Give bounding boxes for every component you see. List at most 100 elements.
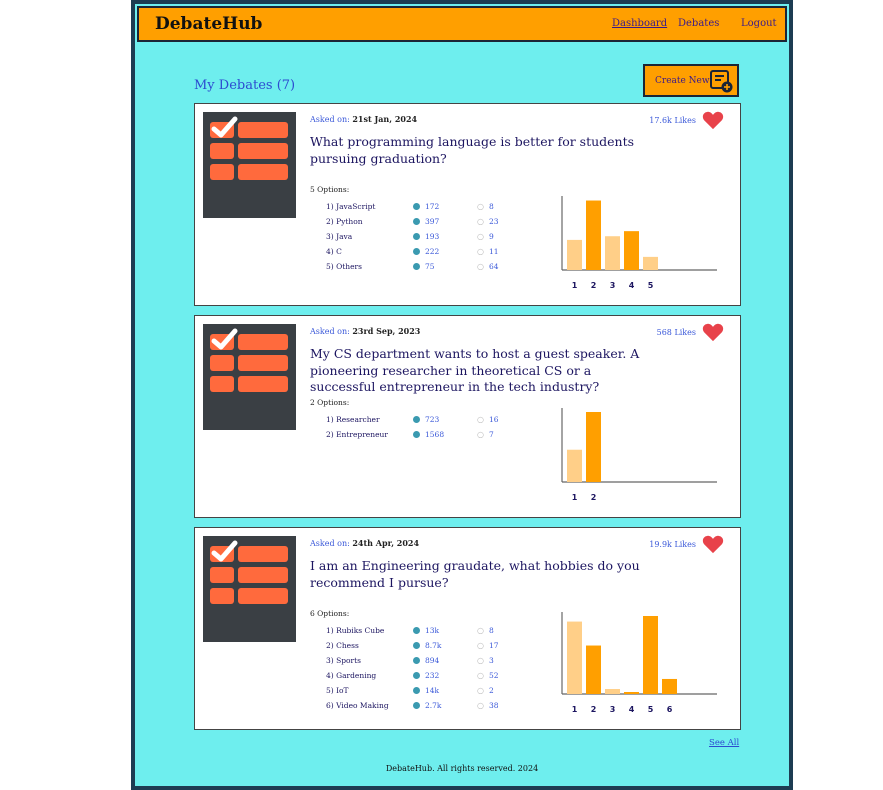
chart-tick-label: 2 xyxy=(591,281,597,290)
option-comments: 8 xyxy=(489,626,494,635)
chart-tick-label: 1 xyxy=(572,705,578,714)
votes-bar-chart: 1 2 3 4 5 6 xyxy=(561,608,721,722)
debate-card[interactable]: Asked on: 21st Jan, 2024 17.6k Likes What … xyxy=(194,103,741,306)
chart-tick-label: 4 xyxy=(629,705,635,714)
comment-bubble-icon: ○ xyxy=(477,671,484,680)
option-votes: 14k xyxy=(425,686,440,695)
debate-card[interactable]: Asked on: 24th Apr, 2024 19.9k Likes I am … xyxy=(194,527,741,730)
comment-bubble-icon: ○ xyxy=(477,641,484,650)
comment-bubble-icon: ○ xyxy=(477,626,484,635)
poll-checklist-icon xyxy=(203,324,296,430)
chart-tick-label: 2 xyxy=(591,493,597,502)
debate-question[interactable]: I am an Engineering graudate, what hobbi… xyxy=(310,558,660,591)
chart-bar xyxy=(643,616,658,694)
options-count: 2 Options: xyxy=(310,398,350,407)
option-label: 5) IoT xyxy=(326,686,349,695)
page-background: DebateHub Dashboard Debates Logout My De… xyxy=(135,4,789,786)
asked-on-text: Asked on: 24th Apr, 2024 xyxy=(310,538,419,548)
vote-globe-icon xyxy=(413,218,420,225)
chart-bar xyxy=(624,692,639,694)
option-label: 2) Python xyxy=(326,217,363,226)
chart-bar xyxy=(567,621,582,694)
option-comments: 17 xyxy=(489,641,499,650)
option-comments: 23 xyxy=(489,217,499,226)
chart-bar xyxy=(586,645,601,694)
vote-globe-icon xyxy=(413,233,420,240)
comment-bubble-icon: ○ xyxy=(477,232,484,241)
vote-globe-icon xyxy=(413,627,420,634)
chart-tick-label: 6 xyxy=(667,705,673,714)
heart-icon[interactable] xyxy=(702,534,724,558)
vote-globe-icon xyxy=(413,203,420,210)
comment-bubble-icon: ○ xyxy=(477,686,484,695)
brand-logo[interactable]: DebateHub xyxy=(155,14,262,34)
option-label: 4) C xyxy=(326,247,342,256)
comment-bubble-icon: ○ xyxy=(477,415,484,424)
likes-count: 19.9k Likes xyxy=(649,540,696,549)
comment-bubble-icon: ○ xyxy=(477,202,484,211)
option-label: 1) Rubiks Cube xyxy=(326,626,385,635)
chart-tick-label: 5 xyxy=(648,705,654,714)
vote-globe-icon xyxy=(413,248,420,255)
option-votes: 2.7k xyxy=(425,701,442,710)
vote-globe-icon xyxy=(413,657,420,664)
option-votes: 8.7k xyxy=(425,641,442,650)
chart-bar xyxy=(567,239,582,270)
asked-on-text: Asked on: 21st Jan, 2024 xyxy=(310,114,417,124)
heart-icon[interactable] xyxy=(702,110,724,134)
comment-bubble-icon: ○ xyxy=(477,656,484,665)
chart-bar xyxy=(567,449,582,482)
debate-question[interactable]: My CS department wants to host a guest s… xyxy=(310,346,660,396)
option-label: 2) Chess xyxy=(326,641,359,650)
asked-on-date: 23rd Sep, 2023 xyxy=(352,326,421,336)
option-label: 1) Researcher xyxy=(326,415,380,424)
vote-globe-icon xyxy=(413,672,420,679)
asked-on-label: Asked on: xyxy=(310,327,353,336)
option-comments: 52 xyxy=(489,671,499,680)
option-votes: 397 xyxy=(425,217,440,226)
vote-globe-icon xyxy=(413,642,420,649)
vote-globe-icon xyxy=(413,263,420,270)
option-label: 3) Java xyxy=(326,232,353,241)
footer-text: DebateHub. All rights reserved. 2024 xyxy=(385,764,539,773)
heart-icon[interactable] xyxy=(702,322,724,346)
chart-tick-label: 1 xyxy=(572,493,578,502)
comment-bubble-icon: ○ xyxy=(477,430,484,439)
nav-dashboard[interactable]: Dashboard xyxy=(612,18,667,29)
create-new-label: Create New xyxy=(655,76,710,86)
option-comments: 8 xyxy=(489,202,494,211)
see-all-link[interactable]: See All xyxy=(709,738,739,748)
option-votes: 894 xyxy=(425,656,440,665)
vote-globe-icon xyxy=(413,702,420,709)
create-new-button[interactable]: Create New xyxy=(643,64,739,97)
chart-bar xyxy=(643,256,658,270)
chart-bar xyxy=(605,236,620,270)
asked-on-label: Asked on: xyxy=(310,115,353,124)
comment-bubble-icon: ○ xyxy=(477,701,484,710)
debate-card[interactable]: Asked on: 23rd Sep, 2023 568 Likes My CS d… xyxy=(194,315,741,518)
create-form-icon xyxy=(709,69,733,97)
comment-bubble-icon: ○ xyxy=(477,247,484,256)
chart-bar xyxy=(586,412,601,482)
vote-globe-icon xyxy=(413,431,420,438)
likes-count: 17.6k Likes xyxy=(649,116,696,125)
votes-bar-chart: 1 2 3 4 5 xyxy=(561,192,721,298)
debate-question[interactable]: What programming language is better for … xyxy=(310,134,660,167)
option-comments: 2 xyxy=(489,686,494,695)
comment-bubble-icon: ○ xyxy=(477,217,484,226)
option-label: 5) Others xyxy=(326,262,362,271)
chart-bar xyxy=(586,200,601,270)
nav-debates[interactable]: Debates xyxy=(678,18,719,29)
chart-tick-label: 4 xyxy=(629,281,635,290)
option-comments: 9 xyxy=(489,232,494,241)
page-title: My Debates (7) xyxy=(194,78,296,93)
asked-on-label: Asked on: xyxy=(310,539,353,548)
vote-globe-icon xyxy=(413,416,420,423)
option-votes: 723 xyxy=(425,415,440,424)
chart-bar xyxy=(662,678,677,694)
vote-globe-icon xyxy=(413,687,420,694)
nav-logout[interactable]: Logout xyxy=(741,18,777,29)
option-comments: 7 xyxy=(489,430,494,439)
option-label: 2) Entrepreneur xyxy=(326,430,388,439)
option-label: 6) Video Making xyxy=(326,701,389,710)
